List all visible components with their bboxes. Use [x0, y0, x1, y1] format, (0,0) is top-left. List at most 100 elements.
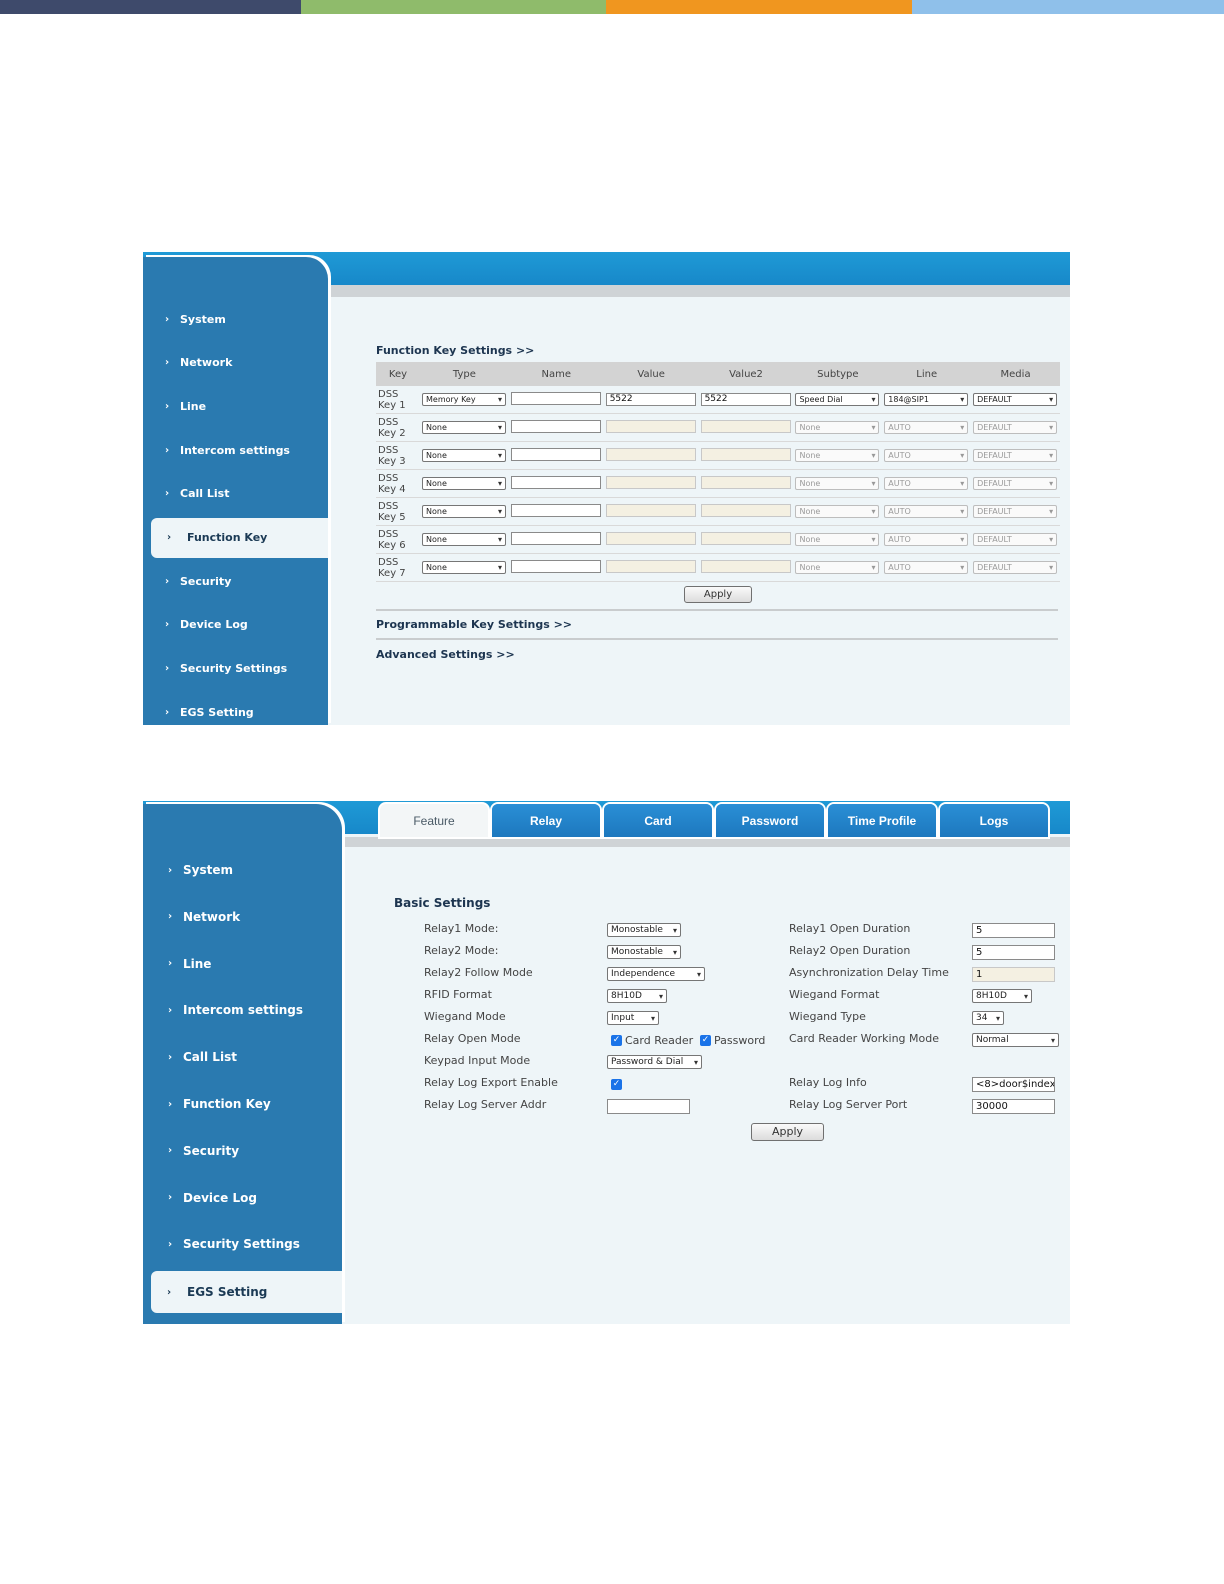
subtype-select[interactable]: None ▾ [795, 533, 880, 546]
sidebar-item-security[interactable]: › Security [143, 1131, 342, 1171]
select-field[interactable]: Monostable ▾ [607, 945, 681, 959]
line-select[interactable]: AUTO ▾ [884, 449, 969, 462]
sidebar-item-system[interactable]: › System [143, 850, 342, 890]
text-input[interactable] [607, 1099, 690, 1114]
select-field[interactable]: Independence ▾ [607, 967, 705, 981]
sidebar-item-intercom-settings[interactable]: › Intercom settings [143, 430, 328, 470]
sidebar-item-function-key[interactable]: › Function Key [151, 517, 328, 558]
text-input[interactable]: <8>door$index:$ [972, 1077, 1055, 1092]
relay-open-mode-checkbox[interactable]: ✓ [611, 1035, 622, 1046]
media-select[interactable]: DEFAULT ▾ [973, 533, 1058, 546]
name-input[interactable] [510, 503, 601, 517]
value2-input[interactable] [700, 559, 791, 573]
select-field[interactable]: 8H10D ▾ [607, 989, 667, 1003]
type-select[interactable]: None ▾ [422, 505, 506, 518]
type-select[interactable]: None ▾ [422, 533, 506, 546]
sidebar-item-security-settings[interactable]: › Security Settings [143, 1224, 342, 1264]
tab-card[interactable]: Card [604, 804, 712, 837]
apply-button[interactable]: Apply [751, 1123, 824, 1141]
type-select[interactable]: None ▾ [422, 421, 506, 434]
line-select[interactable]: AUTO ▾ [884, 505, 969, 518]
value-input[interactable] [605, 447, 696, 461]
select-field[interactable]: Input ▾ [607, 1011, 659, 1025]
name-input[interactable] [510, 447, 601, 461]
tab-feature[interactable]: Feature [380, 804, 488, 837]
subtype-select[interactable]: None ▾ [795, 477, 880, 490]
chevron-down-icon: ▾ [1049, 563, 1054, 572]
name-input[interactable] [510, 531, 601, 545]
media-select[interactable]: DEFAULT ▾ [973, 505, 1058, 518]
subtype-select[interactable]: Speed Dial ▾ [795, 393, 880, 406]
relay-log-export-checkbox[interactable]: ✓ [611, 1079, 622, 1090]
value-input[interactable] [605, 531, 696, 545]
value-input[interactable] [605, 503, 696, 517]
media-select[interactable]: DEFAULT ▾ [973, 561, 1058, 574]
type-select[interactable]: None ▾ [422, 449, 506, 462]
sidebar-item-system[interactable]: › System [143, 299, 328, 339]
subtype-cell: None ▾ [793, 497, 883, 526]
line-select[interactable]: AUTO ▾ [884, 533, 969, 546]
value-input[interactable]: 5522 [605, 393, 696, 406]
media-select[interactable]: DEFAULT ▾ [973, 393, 1058, 406]
sidebar-item-egs-setting[interactable]: › EGS Setting [151, 1271, 342, 1314]
line-select[interactable]: AUTO ▾ [884, 561, 969, 574]
sidebar-item-network[interactable]: › Network [143, 897, 342, 937]
value2-input[interactable] [700, 475, 791, 489]
line-select[interactable]: AUTO ▾ [884, 477, 969, 490]
value2-input[interactable] [700, 531, 791, 545]
sidebar-item-security[interactable]: › Security [143, 561, 328, 601]
sidebar-item-call-list[interactable]: › Call List [143, 1037, 342, 1077]
name-input[interactable] [510, 419, 601, 433]
sidebar-item-security-settings[interactable]: › Security Settings [143, 649, 328, 689]
sidebar-item-intercom-settings[interactable]: › Intercom settings [143, 990, 342, 1030]
sidebar-item-line[interactable]: › Line [143, 386, 328, 426]
line-select[interactable]: 184@SIP1 ▾ [884, 393, 969, 406]
media-select[interactable]: DEFAULT ▾ [973, 449, 1058, 462]
sidebar-item-function-key[interactable]: › Function Key [143, 1084, 342, 1124]
type-select[interactable]: Memory Key ▾ [422, 393, 506, 406]
sidebar-item-device-log[interactable]: › Device Log [143, 1178, 342, 1218]
sidebar-item-egs-setting[interactable]: › EGS Setting [143, 692, 328, 725]
tab-time-profile[interactable]: Time Profile [828, 804, 936, 837]
line-select[interactable]: AUTO ▾ [884, 421, 969, 434]
subtype-select[interactable]: None ▾ [795, 449, 880, 462]
type-select[interactable]: None ▾ [422, 561, 506, 574]
subtype-select[interactable]: None ▾ [795, 561, 880, 574]
value2-input[interactable] [700, 419, 791, 433]
text-input[interactable]: 30000 [972, 1099, 1055, 1114]
select-field[interactable]: Monostable ▾ [607, 923, 681, 937]
value2-input[interactable]: 5522 [700, 393, 791, 406]
sidebar-item-call-list[interactable]: › Call List [143, 474, 328, 514]
subtype-select[interactable]: None ▾ [795, 505, 880, 518]
apply-button[interactable]: Apply [684, 586, 752, 603]
media-select[interactable]: DEFAULT ▾ [973, 421, 1058, 434]
subtype-select[interactable]: None ▾ [795, 421, 880, 434]
select-field[interactable]: Password & Dial ▾ [607, 1055, 702, 1069]
text-input[interactable]: 5 [972, 945, 1055, 960]
value-input[interactable] [605, 559, 696, 573]
text-input[interactable]: 1 [972, 967, 1055, 982]
select-field[interactable]: Normal ▾ [972, 1033, 1059, 1047]
column-header-type: Type [420, 362, 509, 386]
programmable-key-settings-link[interactable]: Programmable Key Settings >> [376, 618, 572, 631]
sidebar-item-device-log[interactable]: › Device Log [143, 605, 328, 645]
sidebar-item-network[interactable]: › Network [143, 343, 328, 383]
select-field[interactable]: 8H10D ▾ [972, 989, 1032, 1003]
value2-input[interactable] [700, 447, 791, 461]
select-field[interactable]: 34 ▾ [972, 1011, 1004, 1025]
tab-password[interactable]: Password [716, 804, 824, 837]
value2-input[interactable] [700, 503, 791, 517]
relay-open-mode-checkbox[interactable]: ✓ [700, 1035, 711, 1046]
type-select[interactable]: None ▾ [422, 477, 506, 490]
text-input[interactable]: 5 [972, 923, 1055, 938]
sidebar-item-line[interactable]: › Line [143, 944, 342, 984]
tab-relay[interactable]: Relay [492, 804, 600, 837]
value-input[interactable] [605, 419, 696, 433]
tab-logs[interactable]: Logs [940, 804, 1048, 837]
name-input[interactable] [510, 475, 601, 489]
value-input[interactable] [605, 475, 696, 489]
name-input[interactable] [510, 391, 601, 405]
media-select[interactable]: DEFAULT ▾ [973, 477, 1058, 490]
name-input[interactable] [510, 559, 601, 573]
advanced-settings-link[interactable]: Advanced Settings >> [376, 648, 515, 661]
